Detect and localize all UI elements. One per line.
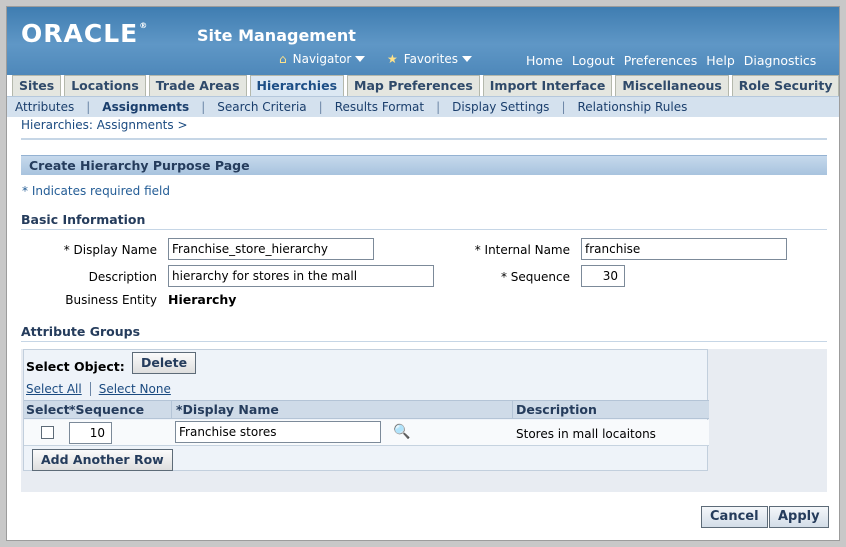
help-link[interactable]: Help: [706, 53, 735, 68]
attribute-groups-heading: Attribute Groups: [21, 324, 827, 342]
preferences-link[interactable]: Preferences: [624, 53, 698, 68]
column-description: Description: [516, 402, 597, 417]
column-display-name: *Display Name: [176, 402, 279, 417]
subtab-search-criteria[interactable]: Search Criteria: [217, 100, 306, 114]
tab-map-preferences[interactable]: Map Preferences: [347, 75, 480, 96]
tab-miscellaneous[interactable]: Miscellaneous: [615, 75, 729, 96]
tab-role-security[interactable]: Role Security: [731, 75, 839, 96]
sub-tabs: Attributes | Assignments | Search Criter…: [7, 96, 839, 117]
display-name-label: * Display Name: [63, 243, 157, 257]
divider: [21, 138, 827, 140]
display-name-field[interactable]: [168, 238, 374, 260]
business-entity-label: Business Entity: [65, 293, 157, 307]
navigator-label: Navigator: [292, 52, 352, 66]
global-links: Home Logout Preferences Help Diagnostics: [526, 53, 816, 68]
page-title: Create Hierarchy Purpose Page: [21, 155, 827, 175]
sequence-field[interactable]: [581, 265, 625, 287]
main-tabs: Sites Locations Trade Areas Hierarchies …: [12, 75, 839, 96]
tab-locations[interactable]: Locations: [64, 75, 146, 96]
tab-sites[interactable]: Sites: [12, 75, 62, 96]
app-header: ORACLE® Site Management ⌂ Navigator ★ Fa…: [7, 7, 839, 75]
description-field[interactable]: [168, 265, 434, 287]
tab-hierarchies[interactable]: Hierarchies: [249, 75, 345, 96]
logout-link[interactable]: Logout: [572, 53, 615, 68]
tab-import-interface[interactable]: Import Interface: [482, 75, 613, 96]
chevron-down-icon: [355, 56, 366, 62]
basic-info-heading: Basic Information: [21, 212, 827, 230]
sequence-label: * Sequence: [500, 270, 570, 284]
subtab-separator: |: [561, 100, 566, 114]
row-display-name-field[interactable]: [175, 421, 381, 443]
subtab-relationship-rules[interactable]: Relationship Rules: [577, 100, 687, 114]
favorites-menu[interactable]: ★ Favorites: [387, 52, 472, 66]
home-link[interactable]: Home: [526, 53, 563, 68]
subtab-separator: |: [86, 100, 91, 114]
home-icon: ⌂: [279, 52, 287, 66]
attribute-groups-table: Select Object: Delete Select All Select …: [23, 349, 709, 471]
apply-button[interactable]: Apply: [769, 506, 829, 528]
selection-links: Select All Select None: [26, 382, 171, 396]
add-another-row-button[interactable]: Add Another Row: [32, 449, 173, 471]
select-all-link[interactable]: Select All: [26, 382, 82, 396]
subtab-separator: |: [436, 100, 441, 114]
row-select-checkbox[interactable]: [41, 426, 54, 439]
subtab-display-settings[interactable]: Display Settings: [452, 100, 549, 114]
column-sequence: *Sequence: [69, 402, 145, 417]
subtab-results-format[interactable]: Results Format: [335, 100, 424, 114]
oracle-logo: ORACLE®: [21, 19, 149, 48]
business-entity-value: Hierarchy: [168, 292, 237, 307]
row-sequence-field[interactable]: [69, 422, 112, 444]
subtab-separator: |: [201, 100, 206, 114]
table-row: 🔍 Stores in mall locaitons: [24, 420, 709, 446]
diagnostics-link[interactable]: Diagnostics: [744, 53, 817, 68]
table-header: Select *Sequence *Display Name Descripti…: [24, 400, 709, 419]
select-object-label: Select Object:: [26, 359, 125, 374]
description-label: Description: [88, 270, 157, 284]
tab-trade-areas[interactable]: Trade Areas: [148, 75, 247, 96]
subtab-separator: |: [318, 100, 323, 114]
cancel-button[interactable]: Cancel: [701, 506, 768, 528]
required-note: * Indicates required field: [22, 184, 171, 198]
attribute-groups-region: Select Object: Delete Select All Select …: [21, 349, 827, 492]
browser-frame: ORACLE® Site Management ⌂ Navigator ★ Fa…: [6, 6, 840, 541]
navigator-menu[interactable]: ⌂ Navigator: [279, 52, 366, 66]
internal-name-label: * Internal Name: [474, 243, 570, 257]
favorites-label: Favorites: [403, 52, 458, 66]
select-none-link[interactable]: Select None: [99, 382, 171, 396]
row-description: Stores in mall locaitons: [516, 427, 656, 441]
breadcrumb[interactable]: Hierarchies: Assignments >: [21, 118, 188, 132]
internal-name-field[interactable]: [581, 238, 787, 260]
column-divider: [171, 401, 172, 419]
subtab-attributes[interactable]: Attributes: [15, 100, 74, 114]
link-separator: [89, 382, 91, 396]
chevron-down-icon: [461, 56, 472, 62]
search-icon[interactable]: 🔍: [393, 424, 410, 440]
column-select: Select: [26, 402, 70, 417]
subtab-assignments[interactable]: Assignments: [102, 100, 189, 114]
delete-button[interactable]: Delete: [132, 352, 197, 374]
favorites-icon: ★: [387, 52, 398, 66]
column-divider: [512, 401, 513, 419]
app-title: Site Management: [197, 26, 356, 45]
